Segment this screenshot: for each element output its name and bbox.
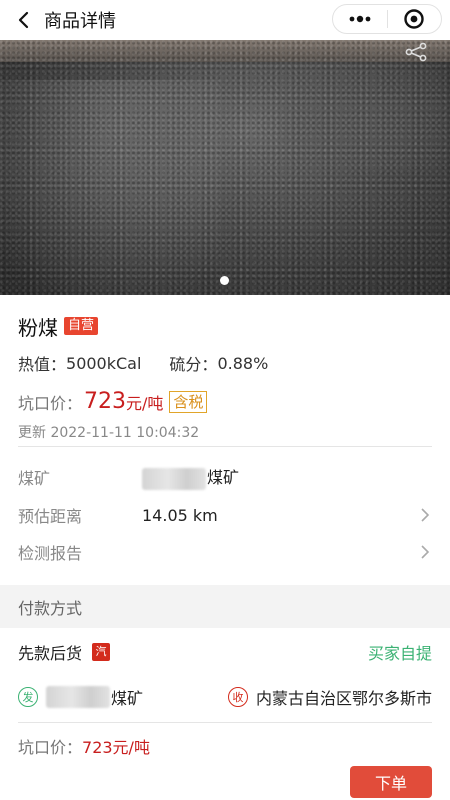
receive-badge: 收 (228, 687, 248, 707)
page-title: 商品详情 (44, 11, 116, 32)
destination: 收 内蒙古自治区鄂尔多斯市 (228, 685, 432, 709)
share-icon[interactable] (404, 42, 428, 62)
distance-label: 预估距离 (18, 507, 83, 526)
route-row: 发 煤矿 收 内蒙古自治区鄂尔多斯市 (18, 680, 432, 714)
coal-texture (0, 40, 450, 295)
updated-time: 2022-11-11 10:04:32 (50, 425, 200, 441)
payment-method-row: 先款后货 汽 买家自提 (18, 636, 432, 668)
product-name-row: 粉煤 自营 (18, 311, 432, 341)
top-nav-bar: 商品详情 (0, 0, 450, 40)
chevron-right-icon (421, 545, 430, 559)
more-button[interactable] (333, 5, 387, 33)
price-label: 坑口价： (18, 393, 83, 413)
order-button[interactable]: 下单 (350, 766, 432, 798)
payment-mode: 先款后货 (18, 644, 83, 663)
carousel-page-indicator (220, 276, 229, 285)
truck-transport-badge: 汽 (92, 643, 111, 661)
price-unit: 元/吨 (126, 393, 164, 413)
updated-time-row: 更新 2022-11-11 10:04:32 (18, 422, 432, 442)
distance-row[interactable]: 预估距离 14.05 km (18, 497, 432, 533)
spec-row: 热值： 5000kCal 硫分： 0.88% (18, 351, 432, 375)
distance-value: 14.05 km (142, 505, 218, 525)
chevron-left-icon (18, 11, 29, 29)
mine-value: 煤矿 (142, 464, 239, 490)
redacted-origin-name (46, 686, 110, 708)
more-dots-icon (349, 15, 371, 23)
sulfur-value: 0.88% (217, 353, 269, 373)
updated-label: 更新 (18, 425, 46, 441)
inspection-report-row[interactable]: 检测报告 (18, 534, 432, 570)
mini-program-capsule (332, 4, 442, 34)
mine-row: 煤矿 煤矿 (18, 459, 432, 495)
sulfur-label: 硫分： (169, 355, 218, 374)
chevron-right-icon (421, 508, 430, 522)
mine-label: 煤矿 (18, 469, 51, 488)
product-image-carousel[interactable] (0, 40, 450, 295)
product-detail-page: 商品详情 粉煤 自营 热值： 5000kCal 硫分： 0.88% 坑口价： 7… (0, 0, 450, 800)
product-info-section: 粉煤 自营 热值： 5000kCal 硫分： 0.88% 坑口价： 723 元/… (0, 295, 450, 442)
price-value: 723 (84, 389, 127, 414)
tax-included-badge: 含税 (169, 390, 208, 413)
footer-price-value: 723元/吨 (82, 738, 150, 757)
destination-text: 内蒙古自治区鄂尔多斯市 (256, 689, 432, 708)
calorific-value: 5000kCal (66, 353, 142, 373)
send-badge: 发 (18, 687, 38, 707)
pickup-mode: 买家自提 (367, 644, 432, 663)
origin: 煤矿 (46, 685, 236, 709)
target-icon (404, 9, 424, 29)
footer-price: 坑口价：723元/吨 (18, 734, 150, 758)
back-button[interactable] (4, 0, 44, 40)
self-operated-badge: 自营 (64, 317, 99, 335)
footer-divider (18, 722, 432, 723)
footer-price-label: 坑口价： (18, 738, 83, 757)
calorific-label: 热值： (18, 355, 67, 374)
payment-section-header: 付款方式 (0, 585, 450, 628)
price-row: 坑口价： 723 元/吨 含税 (18, 389, 432, 414)
section-divider (18, 446, 432, 447)
redacted-mine-name (142, 467, 206, 490)
inspection-report-label: 检测报告 (18, 544, 83, 563)
product-name: 粉煤 (18, 315, 58, 340)
close-mini-program-button[interactable] (388, 5, 442, 33)
